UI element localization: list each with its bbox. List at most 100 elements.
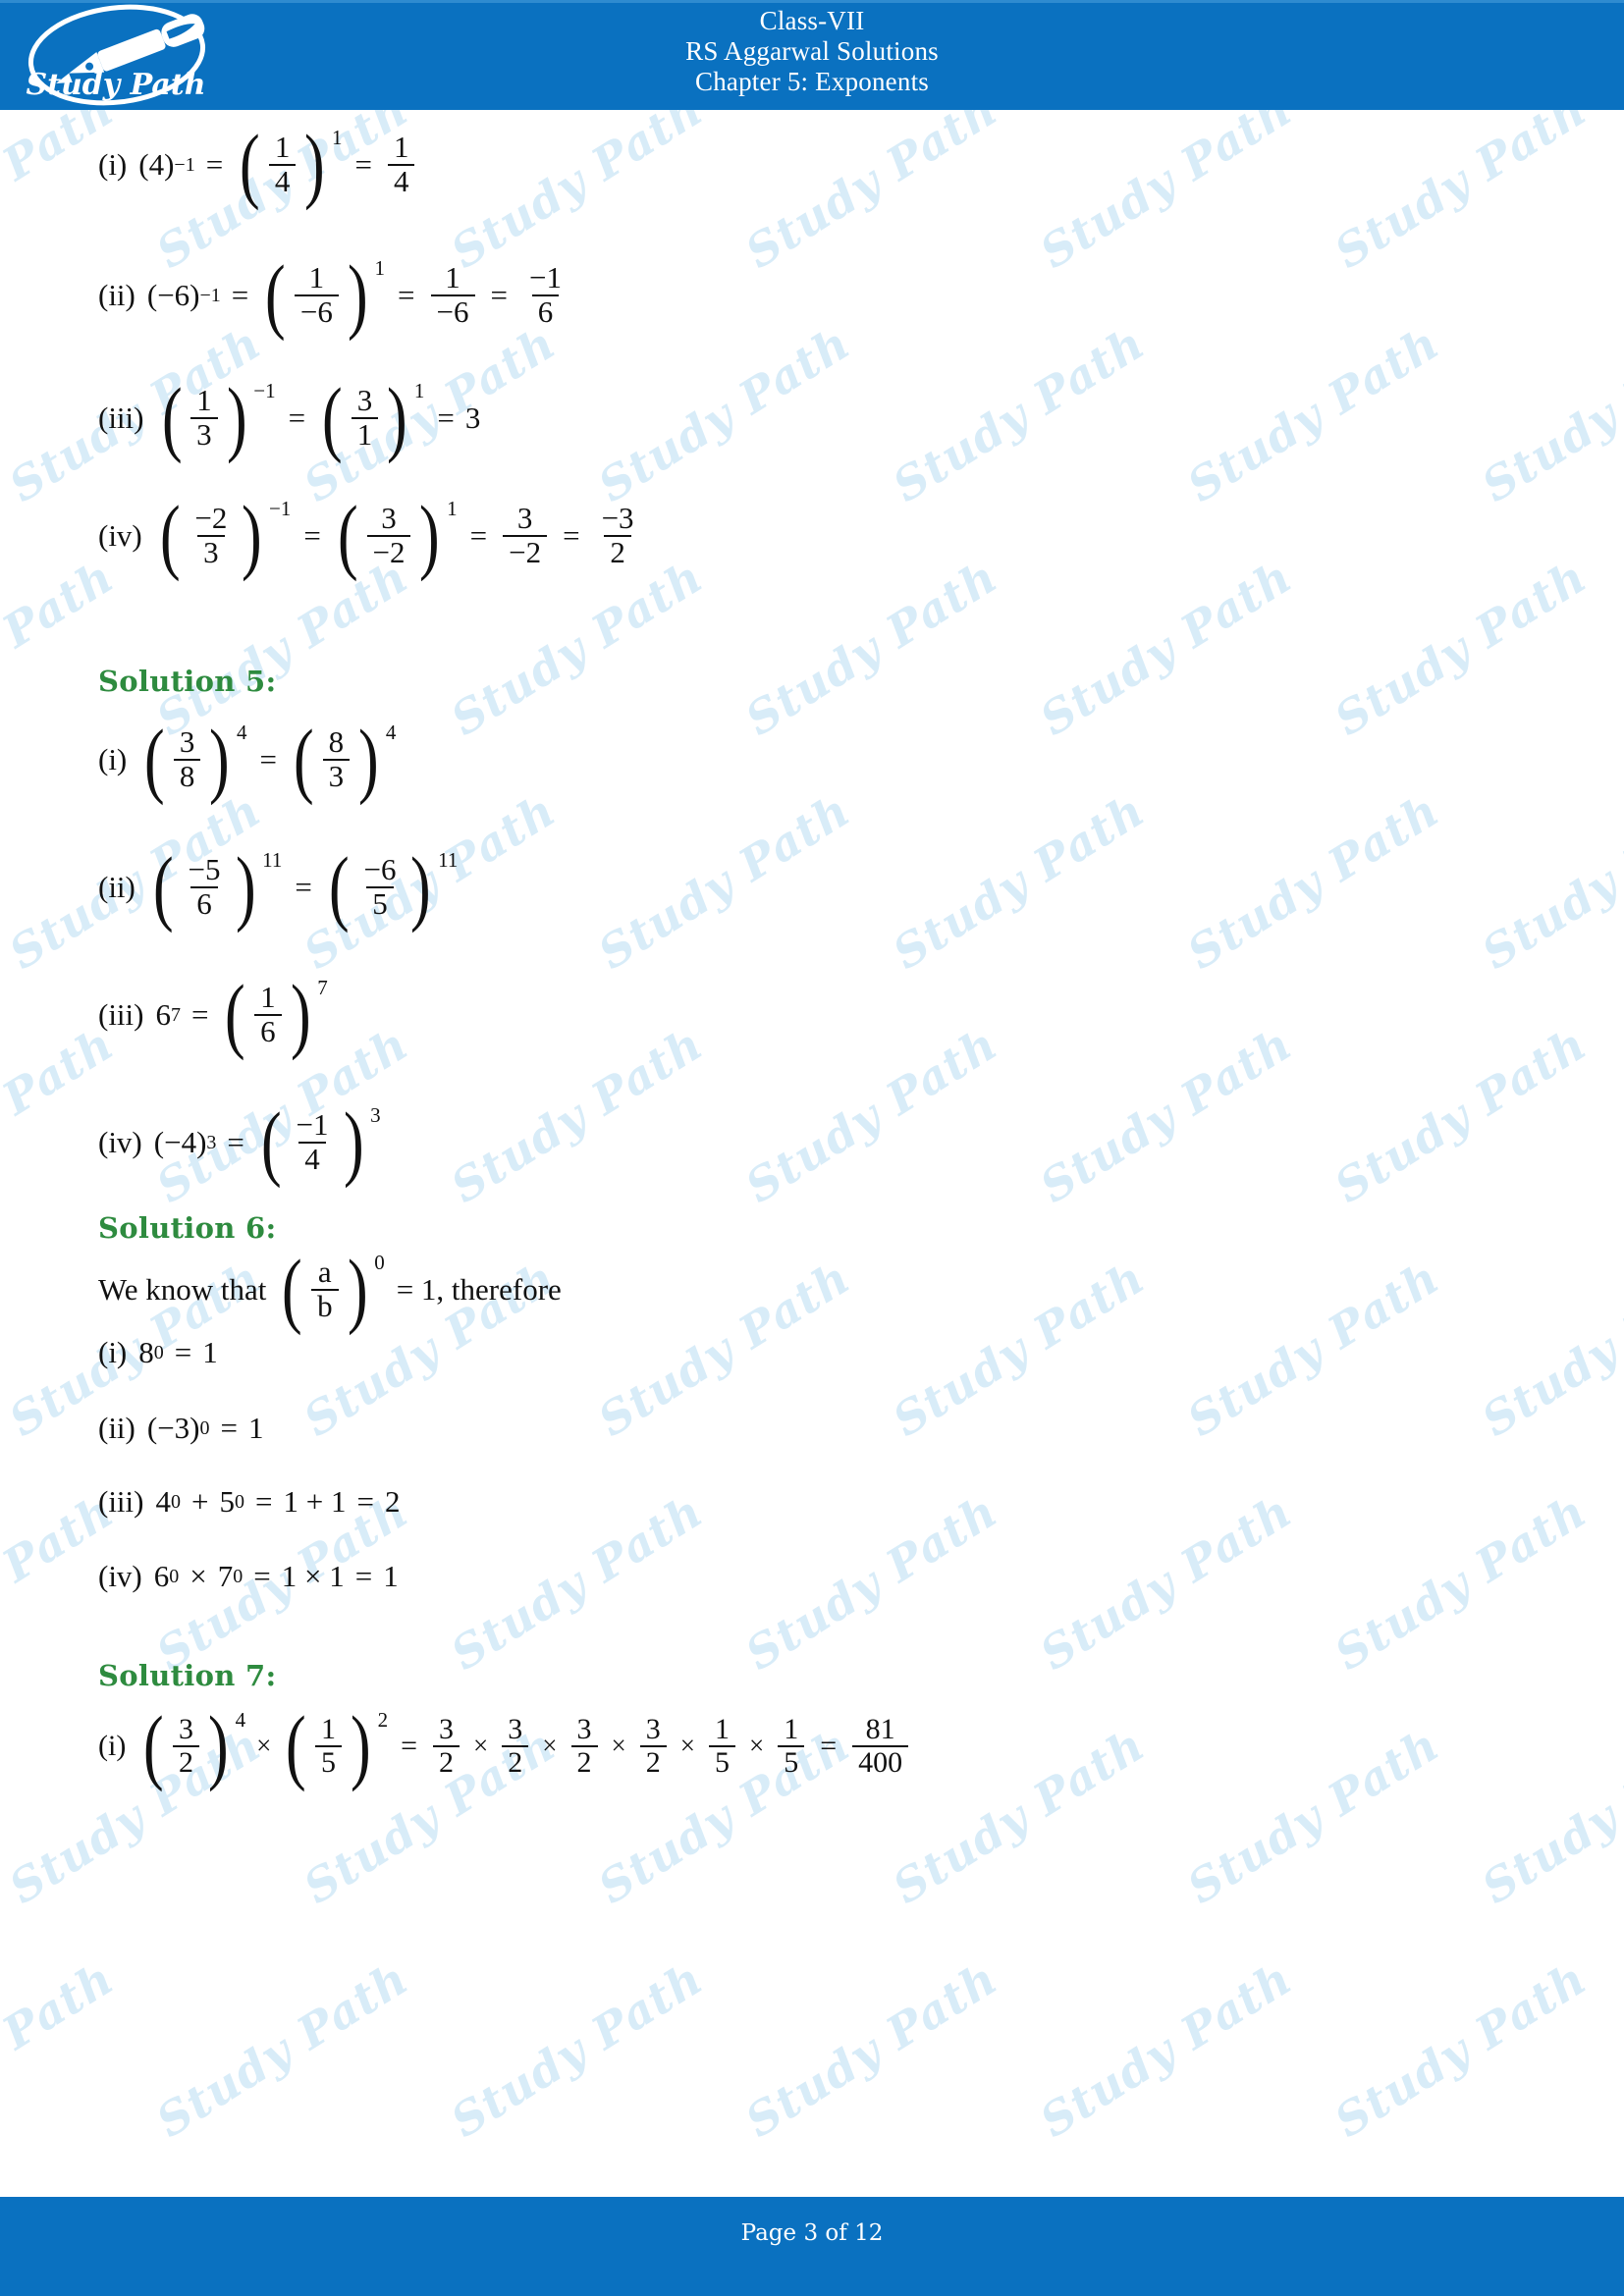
parenthesized-fraction: ( 1 5 ) 2 [282, 1703, 388, 1789]
math-row-q4-iv: (iv) ( −2 3 ) −1 = ( 3 −2 ) 1 = 3 −2 = −… [98, 487, 645, 582]
numerator: −1 [529, 260, 562, 294]
left-paren: ( [240, 116, 260, 211]
result: 1 [248, 1411, 264, 1445]
equals-sign: = [259, 741, 278, 776]
numerator: 1 [260, 980, 276, 1014]
fraction: −6 5 [358, 853, 403, 920]
result: 1 [383, 1559, 399, 1593]
math-row-s5-ii: (ii) ( −5 6 ) 11 = ( −6 5 ) 11 [98, 838, 460, 934]
left-paren: ( [282, 1241, 303, 1336]
numerator: 3 [179, 724, 195, 759]
parenthesized-fraction: ( 3 −2 ) 1 [334, 493, 458, 578]
fraction: 3 2 [433, 1714, 460, 1778]
equals-sign: = [205, 146, 224, 182]
exponent: 4 [237, 721, 247, 744]
fraction: 3 2 [570, 1713, 598, 1778]
fraction: 1 6 [254, 980, 282, 1048]
base: (4) [138, 146, 175, 182]
left-paren: ( [144, 711, 165, 806]
parenthesized-fraction: ( a b ) 0 [278, 1241, 384, 1336]
fraction: −1 4 [291, 1108, 335, 1176]
item-label: (iv) [98, 1559, 142, 1593]
right-paren: ) [304, 116, 325, 211]
numerator: 1 [196, 383, 212, 417]
numerator: 8 [328, 724, 345, 759]
denominator: 2 [604, 534, 631, 569]
right-paren: ) [290, 966, 311, 1061]
times-sign: × [542, 1731, 558, 1760]
times-sign: × [473, 1731, 489, 1760]
fraction: 3 −2 [366, 501, 411, 569]
result-fraction: −1 6 [523, 260, 568, 328]
left-paren: ( [159, 487, 181, 582]
math-row-s5-i: (i) ( 3 8 ) 4 = ( 8 3 ) 4 [98, 711, 398, 806]
math-row-s6-ii: (ii) (−3) 0 = 1 [98, 1411, 264, 1445]
fraction: 1 4 [268, 131, 297, 197]
header-chapter-line: Chapter 5: Exponents [695, 67, 929, 96]
exponent: 1 [331, 126, 343, 149]
fraction: 1 −6 [430, 261, 475, 328]
numerator: 3 [356, 383, 373, 417]
numerator: −5 [188, 852, 221, 886]
fraction: 1 5 [314, 1713, 342, 1779]
parenthesized-fraction: ( 8 3 ) 4 [290, 717, 396, 802]
math-row-q4-iii: (iii) ( 1 3 ) −1 = ( 3 1 ) 1 = 3 [98, 369, 480, 464]
item-label: (i) [98, 146, 128, 182]
numerator: 3 [576, 1713, 592, 1745]
fraction: 8 3 [322, 724, 351, 792]
item-label: (i) [98, 1335, 128, 1369]
right-paren: ) [235, 838, 256, 934]
times-sign: × [256, 1731, 272, 1760]
equals-sign: = [820, 1729, 838, 1762]
left-paren: ( [161, 369, 183, 464]
item-label: (ii) [98, 869, 135, 904]
exponent: 4 [235, 1708, 246, 1732]
denominator: b [311, 1288, 339, 1323]
fraction: 3 2 [172, 1714, 199, 1778]
page-footer: Page 3 of 12 [0, 2197, 1624, 2296]
parenthesized-fraction: ( −1 4 ) 3 [257, 1094, 381, 1189]
denominator: 5 [314, 1744, 342, 1779]
base: 4 [155, 1484, 172, 1519]
left-paren: ( [328, 838, 350, 934]
fraction: 1 5 [708, 1714, 735, 1778]
denominator: 1 [351, 416, 379, 452]
fraction: 3 −2 [503, 502, 548, 568]
item-label: (iii) [98, 400, 144, 435]
numerator: 3 [381, 501, 397, 535]
denominator: 6 [254, 1013, 282, 1048]
math-row-s7-i: (i) ( 3 2 ) 4 × ( 1 5 ) 2 = 3 2 × 3 2 × … [98, 1697, 913, 1792]
parenthesized-fraction: ( 3 1 ) 1 [318, 375, 424, 460]
item-label: (iv) [98, 1124, 142, 1159]
numerator: 3 [508, 1713, 523, 1745]
left-paren: ( [260, 1094, 282, 1189]
exponent: 11 [262, 848, 283, 872]
denominator: 4 [298, 1141, 326, 1176]
math-row-s6-i: (i) 80 = 1 [98, 1335, 218, 1369]
times-sign: × [189, 1559, 207, 1593]
parenthesized-fraction: ( −5 6 ) 11 [149, 838, 282, 934]
intro-text-after: = 1, therefore [396, 1271, 562, 1307]
denominator: −2 [366, 534, 411, 569]
item-label: (ii) [98, 1411, 135, 1445]
denominator: 3 [197, 534, 225, 569]
numerator: 1 [320, 1713, 336, 1745]
denominator: 6 [190, 885, 218, 921]
right-paren: ) [347, 1241, 368, 1336]
fraction: 1 −6 [294, 260, 339, 328]
times-sign: × [679, 1731, 695, 1760]
denominator: 3 [190, 416, 218, 452]
numerator: 81 [865, 1713, 895, 1745]
right-paren: ) [207, 1697, 229, 1792]
denominator: 8 [173, 758, 201, 793]
header-class-line: Class-VII [759, 6, 865, 35]
equals-sign: = [231, 277, 249, 312]
solution-6-heading: Solution 6: [98, 1211, 277, 1245]
intermediate-value: 1 × 1 [281, 1559, 345, 1593]
item-label: (i) [98, 741, 128, 776]
numerator: a [317, 1255, 332, 1289]
numerator: 1 [308, 260, 325, 294]
fraction: 3 2 [502, 1713, 529, 1778]
fraction: 3 8 [173, 724, 201, 793]
denominator: 2 [639, 1744, 667, 1779]
